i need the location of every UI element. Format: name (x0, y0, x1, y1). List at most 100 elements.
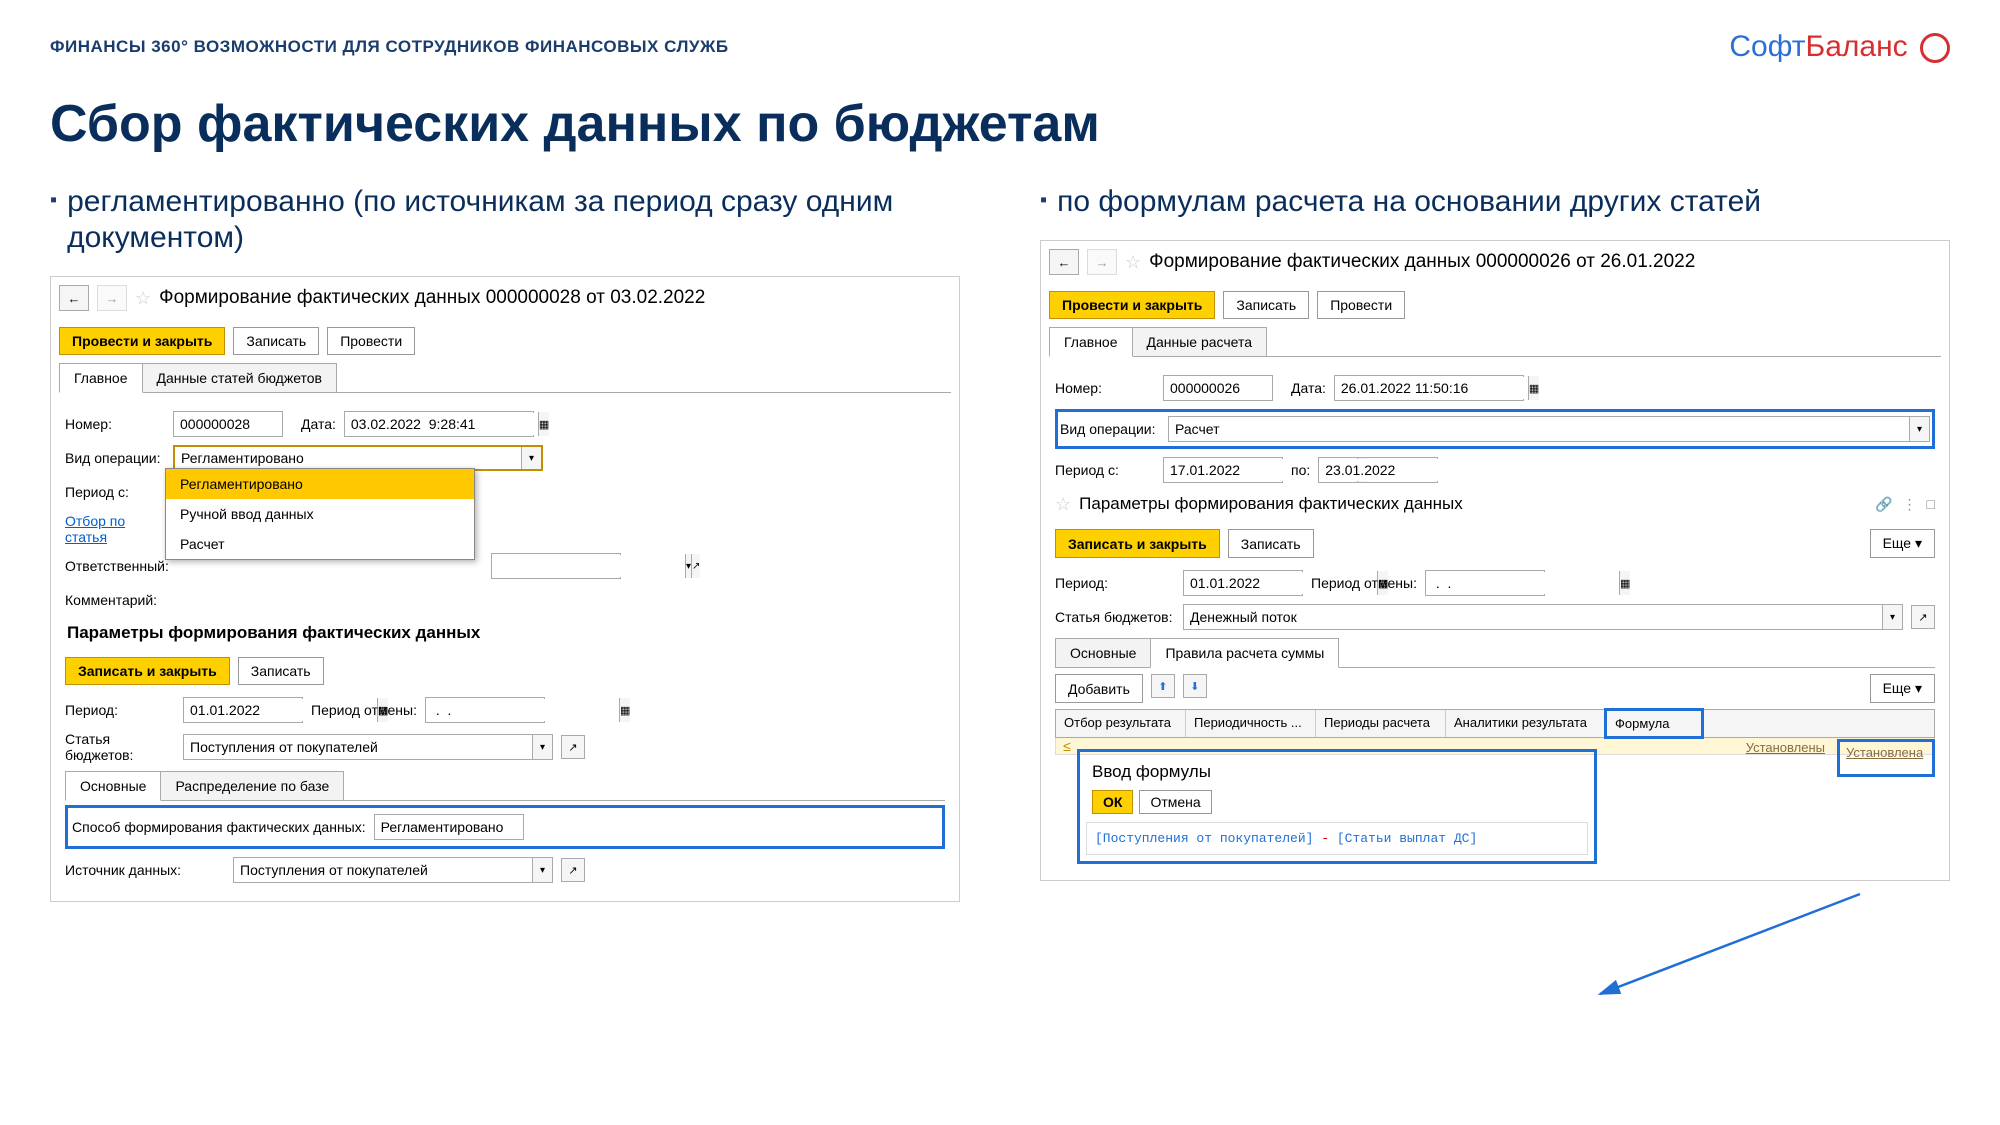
box-icon[interactable]: □ (1927, 496, 1935, 513)
cancel-button[interactable]: Отмена (1139, 790, 1211, 814)
back-button[interactable]: ← (59, 285, 89, 311)
label-period-from: Период с: (1055, 462, 1155, 478)
th-calc-periods: Периоды расчета (1316, 710, 1446, 737)
source-input[interactable] (234, 859, 532, 881)
tab-budget-data[interactable]: Данные статей бюджетов (142, 363, 338, 392)
label-date: Дата: (301, 416, 336, 432)
tab-main[interactable]: Главное (1049, 327, 1133, 357)
link-icon[interactable]: 🔗 (1875, 496, 1892, 513)
calendar-icon[interactable]: ▦ (538, 412, 549, 436)
write-button-2[interactable]: Записать (1228, 529, 1314, 558)
th-selection: Отбор результата (1056, 710, 1186, 737)
tab-basic[interactable]: Основные (65, 771, 161, 801)
op-type-input[interactable] (1169, 418, 1909, 440)
calendar-icon[interactable]: ▦ (1528, 376, 1539, 400)
analytics-link[interactable]: Установлены (1746, 740, 1825, 755)
more-button-2[interactable]: Еще ▾ (1870, 674, 1935, 703)
star-icon[interactable]: ☆ (1055, 494, 1071, 515)
th-periodicity: Периодичность ... (1186, 710, 1316, 737)
label-article: Статья бюджетов: (1055, 609, 1175, 625)
label-responsible: Ответственный: (65, 558, 165, 574)
article-dropdown-btn[interactable]: ▾ (532, 735, 552, 759)
op-type-input[interactable] (175, 447, 521, 469)
dd-item-reglament[interactable]: Регламентировано (166, 469, 474, 499)
write-button[interactable]: Записать (233, 327, 319, 355)
tab-calc-data[interactable]: Данные расчета (1132, 327, 1268, 356)
write-button-2[interactable]: Записать (238, 657, 324, 685)
op-type-dropdown-btn[interactable]: ▾ (521, 447, 541, 469)
label-article: Статья бюджетов: (65, 731, 175, 763)
op-type-dropdown[interactable]: Регламентировано Ручной ввод данных Расч… (165, 468, 475, 560)
post-button[interactable]: Провести (327, 327, 415, 355)
formula-title: Ввод формулы (1092, 762, 1588, 782)
selection-link[interactable]: Отбор по статья (65, 513, 165, 545)
add-button[interactable]: Добавить (1055, 674, 1143, 703)
method-input[interactable] (374, 814, 524, 840)
label-period-cancel: Период отмены: (311, 702, 417, 718)
article-input[interactable] (1184, 606, 1882, 628)
calendar-icon[interactable]: ▦ (1619, 571, 1630, 595)
bullet-right: по формулам расчета на основании других … (1057, 184, 1761, 220)
save-close-button[interactable]: Записать и закрыть (1055, 529, 1220, 558)
page-title: Сбор фактических данных по бюджетам (50, 94, 1950, 154)
label-method: Способ формирования фактических данных: (72, 819, 366, 835)
article-dropdown-btn[interactable]: ▾ (1882, 605, 1902, 629)
bullet-icon: ▪ (50, 189, 57, 212)
dd-item-manual[interactable]: Ручной ввод данных (166, 499, 474, 529)
label-op-type: Вид операции: (65, 450, 165, 466)
source-dropdown-btn[interactable]: ▾ (532, 858, 552, 882)
move-up-button[interactable]: ⬆ (1151, 674, 1175, 698)
label-period-to: по: (1291, 462, 1310, 478)
article-input[interactable] (184, 736, 532, 758)
move-down-button[interactable]: ⬇ (1183, 674, 1207, 698)
rules-table-header: Отбор результата Периодичность ... Перио… (1055, 709, 1935, 738)
star-icon[interactable]: ☆ (135, 288, 151, 309)
number-input[interactable] (1163, 375, 1273, 401)
formula-link[interactable]: Установлена (1846, 745, 1923, 760)
formula-text[interactable]: [Поступления от покупателей] - [Статьи в… (1086, 822, 1588, 855)
label-comment: Комментарий: (65, 592, 165, 608)
arrow-annotation (1580, 884, 1900, 1014)
bullet-left: регламентированно (по источникам за пери… (67, 184, 960, 256)
tab-distribution[interactable]: Распределение по базе (160, 771, 344, 800)
forward-button[interactable]: → (97, 285, 127, 311)
date-input[interactable] (1335, 377, 1528, 399)
calendar-icon[interactable]: ▦ (619, 698, 630, 722)
save-close-button[interactable]: Записать и закрыть (65, 657, 230, 685)
number-input[interactable] (173, 411, 283, 437)
tab-rules[interactable]: Правила расчета суммы (1150, 638, 1339, 668)
back-button[interactable]: ← (1049, 249, 1079, 275)
source-open-btn[interactable]: ↗ (561, 858, 585, 882)
more-button[interactable]: Еще ▾ (1870, 529, 1935, 558)
write-button[interactable]: Записать (1223, 291, 1309, 319)
op-type-dropdown-btn[interactable]: ▾ (1909, 417, 1929, 441)
responsible-open-btn[interactable]: ↗ (691, 554, 700, 578)
date-input[interactable] (345, 413, 538, 435)
period-to-input[interactable] (1319, 459, 1512, 481)
post-and-close-button[interactable]: Провести и закрыть (1049, 291, 1215, 319)
right-window: ← → ☆ Формирование фактических данных 00… (1040, 240, 1950, 881)
forward-button[interactable]: → (1087, 249, 1117, 275)
article-open-btn[interactable]: ↗ (561, 735, 585, 759)
params-title-right: Параметры формирования фактических данны… (1079, 494, 1463, 514)
slide-header: ФИНАНСЫ 360° ВОЗМОЖНОСТИ ДЛЯ СОТРУДНИКОВ… (50, 37, 729, 57)
post-button[interactable]: Провести (1317, 291, 1405, 319)
star-icon[interactable]: ☆ (1125, 252, 1141, 273)
period-cancel-input[interactable] (426, 699, 619, 721)
responsible-input[interactable] (492, 555, 685, 577)
label-period-from: Период с: (65, 484, 165, 500)
left-window: ← → ☆ Формирование фактических данных 00… (50, 276, 960, 902)
row-marker-icon: ≤ (1056, 738, 1078, 754)
period-cancel-input[interactable] (1426, 572, 1619, 594)
article-open-btn[interactable]: ↗ (1911, 605, 1935, 629)
ok-button[interactable]: ОК (1092, 790, 1133, 814)
post-and-close-button[interactable]: Провести и закрыть (59, 327, 225, 355)
label-date: Дата: (1291, 380, 1326, 396)
label-number: Номер: (1055, 380, 1155, 396)
tab-basic[interactable]: Основные (1055, 638, 1151, 667)
window-title: Формирование фактических данных 00000002… (159, 287, 705, 309)
tab-main[interactable]: Главное (59, 363, 143, 393)
dd-item-calc[interactable]: Расчет (166, 529, 474, 559)
more-dots-icon[interactable]: ⋮ (1903, 496, 1917, 513)
label-period2: Период: (1055, 575, 1175, 591)
